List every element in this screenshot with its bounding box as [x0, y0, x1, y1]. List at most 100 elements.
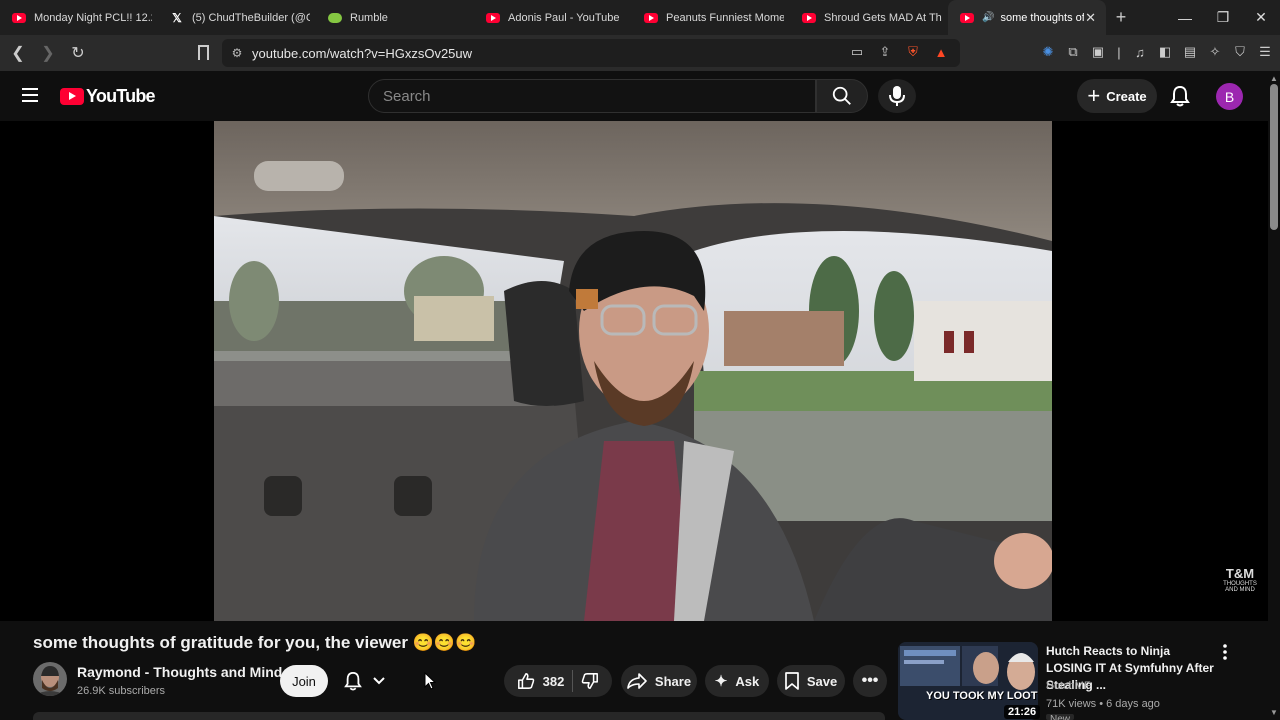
- share-page-icon[interactable]: ⇪: [876, 43, 894, 61]
- youtube-logo[interactable]: YouTube: [60, 86, 156, 107]
- watermark-text: T&M: [1225, 566, 1255, 581]
- channel-watermark[interactable]: T&M THOUGHTS AND MIND: [1222, 567, 1258, 597]
- hamburger-menu-icon[interactable]: [22, 88, 38, 102]
- watermark-subtext: THOUGHTS AND MIND: [1223, 581, 1257, 593]
- search-button[interactable]: [816, 79, 868, 113]
- voice-search-button[interactable]: [878, 79, 916, 113]
- address-bar[interactable]: ⚙ youtube.com/watch?v=HGxzsOv25uw ▭ ⇪ ⛨ …: [222, 39, 960, 67]
- share-button[interactable]: Share: [621, 665, 697, 697]
- back-icon[interactable]: ❮: [6, 43, 30, 63]
- thumbs-down-icon[interactable]: [581, 672, 599, 690]
- bookmark-icon: [784, 672, 799, 690]
- browser-tab[interactable]: 𝕏 (5) ChudTheBuilder (@Ch: [158, 0, 316, 35]
- tab-title: (5) ChudTheBuilder (@Ch: [192, 11, 310, 24]
- youtube-icon: [486, 12, 500, 23]
- create-label: Create: [1106, 88, 1147, 104]
- more-actions-button[interactable]: •••: [853, 665, 887, 697]
- search-icon: [832, 86, 851, 105]
- site-settings-icon[interactable]: ⚙: [222, 46, 252, 60]
- share-icon: [627, 673, 647, 689]
- browser-tab-strip: Monday Night PCL!! 12.29 𝕏 (5) ChudTheBu…: [0, 0, 1280, 35]
- new-badge: New: [1046, 714, 1075, 720]
- vpn-shield-icon[interactable]: ⛉: [1231, 43, 1249, 61]
- share-label: Share: [654, 673, 692, 689]
- like-dislike-group: 382: [504, 665, 612, 697]
- music-icon[interactable]: ♫: [1131, 43, 1149, 61]
- tab-title: Adonis Paul - YouTube: [508, 11, 620, 24]
- cast-icon[interactable]: ▭: [848, 43, 866, 61]
- bookmark-icon[interactable]: [198, 45, 209, 60]
- x-icon: 𝕏: [172, 10, 182, 25]
- subscriber-count: 26.9K subscribers: [77, 685, 166, 697]
- channel-name[interactable]: Raymond - Thoughts and Mind: [77, 664, 282, 680]
- sidebar-icon[interactable]: ◧: [1156, 43, 1174, 61]
- video-still: [214, 121, 1052, 621]
- youtube-header: YouTube Search + Create B: [0, 71, 1280, 121]
- youtube-logo-icon: [60, 88, 84, 105]
- video-duration: 21:26: [1004, 705, 1041, 719]
- logo-text: YouTube: [86, 86, 156, 106]
- browser-tab[interactable]: Rumble: [316, 0, 474, 35]
- recommendation-channel[interactable]: HutchMF: [1046, 680, 1091, 692]
- subscribed-notifications-button[interactable]: [338, 665, 400, 697]
- mouse-cursor-icon: [424, 671, 437, 695]
- browser-tab[interactable]: Adonis Paul - YouTube: [474, 0, 632, 35]
- close-tab-icon[interactable]: ✕: [1085, 10, 1096, 26]
- notifications-bell-icon[interactable]: [1170, 85, 1190, 112]
- tab-title: some thoughts of: [1000, 11, 1085, 24]
- forward-icon[interactable]: ❯: [36, 43, 60, 63]
- extensions-icon[interactable]: ⧉: [1064, 43, 1082, 61]
- thumbnail-caption: YOU TOOK MY LOOT: [926, 690, 1038, 702]
- channel-avatar[interactable]: [33, 662, 67, 696]
- minimize-icon[interactable]: —: [1166, 10, 1204, 26]
- create-button[interactable]: + Create: [1077, 79, 1157, 113]
- search-input[interactable]: Search: [368, 79, 816, 113]
- tab-title: Peanuts Funniest Moment: [666, 11, 784, 24]
- ask-label: Ask: [735, 673, 760, 689]
- plus-icon: +: [1087, 83, 1101, 108]
- browser-tab[interactable]: Monday Night PCL!! 12.29: [0, 0, 158, 35]
- microphone-icon: [889, 86, 905, 106]
- divider: [572, 670, 574, 692]
- new-tab-icon[interactable]: +: [1106, 7, 1136, 28]
- video-title: some thoughts of gratitude for you, the …: [33, 633, 477, 652]
- more-horizontal-icon: •••: [861, 672, 879, 689]
- description-box[interactable]: [33, 712, 885, 720]
- rumble-icon: [328, 12, 342, 23]
- scroll-down-icon[interactable]: ▼: [1270, 708, 1278, 717]
- video-player[interactable]: T&M THOUGHTS AND MIND: [0, 121, 1268, 621]
- browser-tab-active[interactable]: 🔊 some thoughts of ✕: [948, 0, 1106, 35]
- divider: |: [1117, 44, 1121, 60]
- wallet-icon[interactable]: ▤: [1181, 43, 1199, 61]
- save-button[interactable]: Save: [777, 665, 845, 697]
- thumbs-up-icon[interactable]: [517, 672, 535, 690]
- sparkle-icon: ✦: [714, 673, 728, 690]
- ask-button[interactable]: ✦ Ask: [705, 665, 769, 697]
- video-frame[interactable]: [214, 121, 1052, 621]
- extensions-area: ✺ ⧉ ▣ | ♫ ◧ ▤ ✧ ⛉ ☰: [1039, 43, 1274, 61]
- url-text[interactable]: youtube.com/watch?v=HGxzsOv25uw: [252, 46, 472, 61]
- vpn-icon[interactable]: ✺: [1039, 43, 1057, 61]
- avatar[interactable]: B: [1216, 83, 1243, 110]
- browser-menu-icon[interactable]: ☰: [1256, 43, 1274, 61]
- reader-icon[interactable]: ▣: [1089, 43, 1107, 61]
- tab-title: Monday Night PCL!! 12.29: [34, 11, 152, 24]
- join-button[interactable]: Join: [280, 665, 328, 697]
- chevron-down-icon: [373, 677, 385, 685]
- leo-ai-icon[interactable]: ✧: [1206, 43, 1224, 61]
- speaker-icon[interactable]: 🔊: [982, 12, 994, 23]
- reload-icon[interactable]: ↻: [66, 43, 90, 63]
- restore-icon[interactable]: ❐: [1204, 9, 1242, 26]
- browser-tab[interactable]: Peanuts Funniest Moment: [632, 0, 790, 35]
- like-count[interactable]: 382: [543, 674, 565, 689]
- window-controls: — ❐ ✕: [1166, 0, 1280, 35]
- brave-rewards-icon[interactable]: ▲: [932, 43, 950, 61]
- browser-tab[interactable]: Shroud Gets MAD At TheB: [790, 0, 948, 35]
- scroll-up-icon[interactable]: ▲: [1270, 74, 1278, 83]
- close-window-icon[interactable]: ✕: [1242, 9, 1280, 26]
- bell-icon: [344, 671, 362, 691]
- more-vertical-icon[interactable]: [1222, 644, 1232, 665]
- browser-toolbar: ❮ ❯ ↻ ⚙ youtube.com/watch?v=HGxzsOv25uw …: [0, 35, 1280, 71]
- scrollbar-thumb[interactable]: [1270, 84, 1278, 230]
- brave-shields-icon[interactable]: ⛨: [904, 43, 922, 61]
